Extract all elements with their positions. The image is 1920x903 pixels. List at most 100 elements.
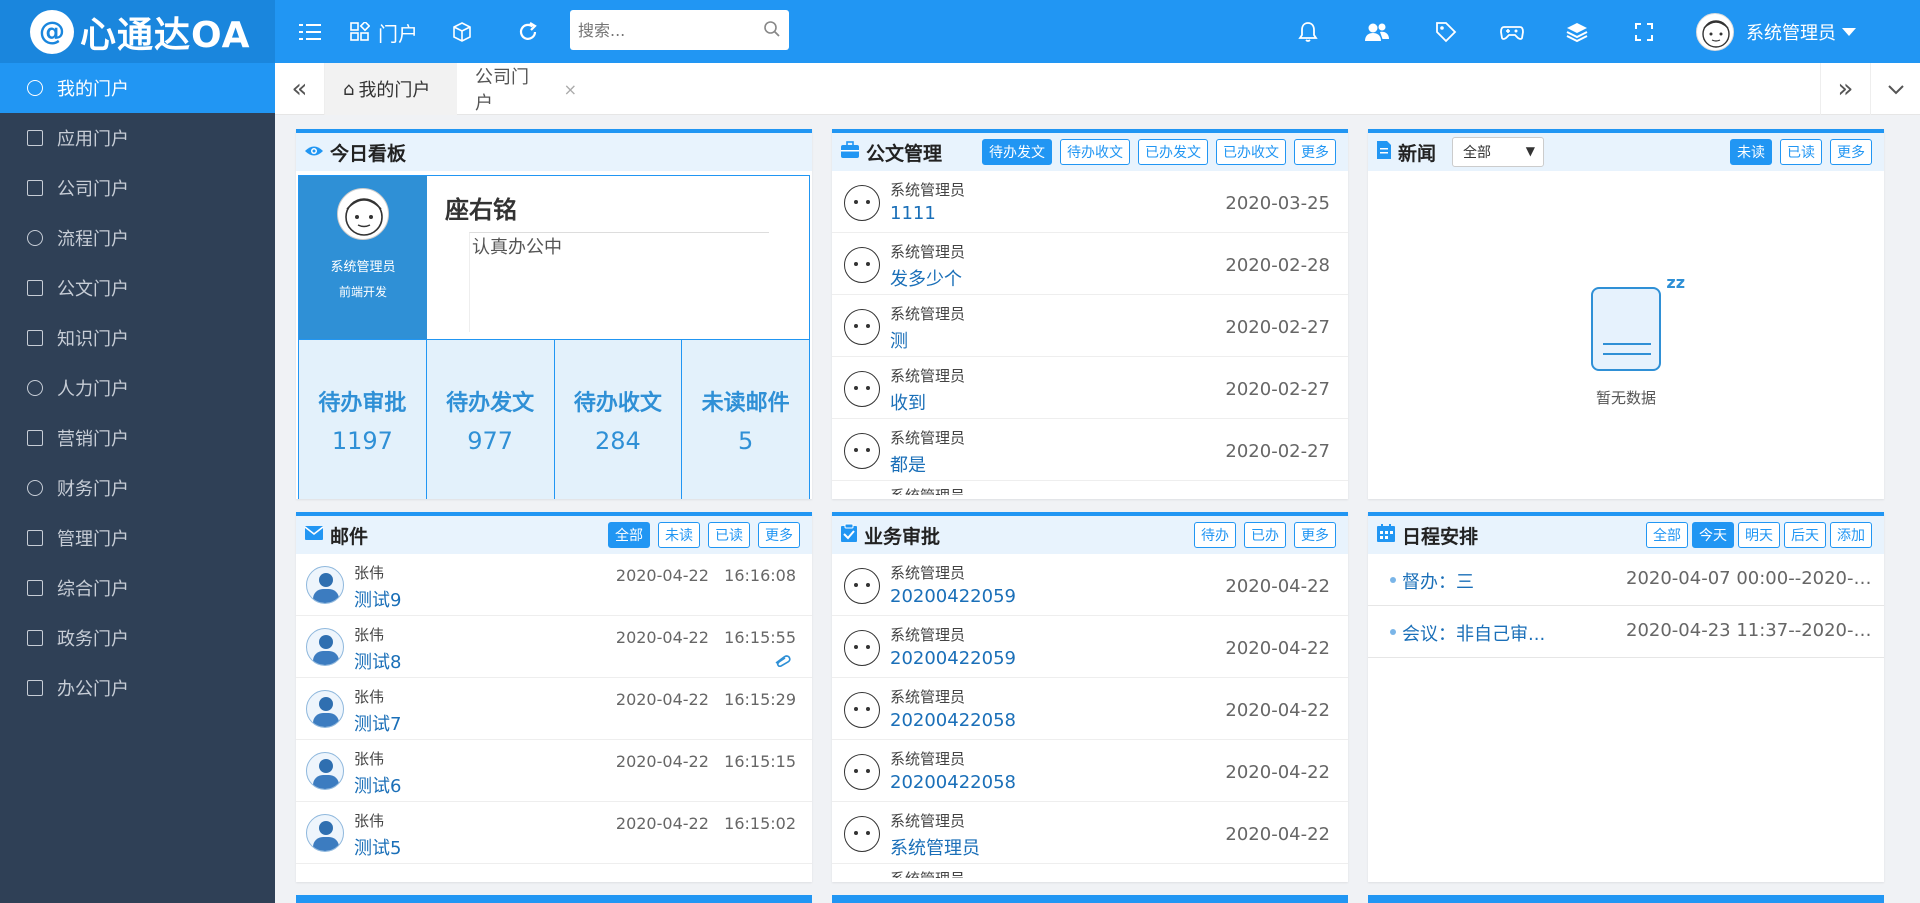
sidebar-item-gov-portal[interactable]: 政务门户 bbox=[0, 613, 275, 663]
list-item[interactable]: 系统管理员 收到 2020-02-27 bbox=[832, 357, 1348, 419]
filter-read-button[interactable]: 已读 bbox=[1780, 139, 1822, 165]
list-item-subject[interactable]: 测 bbox=[890, 327, 908, 353]
bullet-dot bbox=[1390, 629, 1396, 635]
news-category-select[interactable]: 全部 ▼ bbox=[1452, 137, 1544, 167]
schedule-title[interactable]: 会议：非自己审... bbox=[1402, 620, 1572, 646]
gamepad-icon[interactable] bbox=[1498, 18, 1526, 46]
cube-icon[interactable] bbox=[448, 18, 476, 46]
list-item-subject[interactable]: 测试9 bbox=[354, 586, 401, 612]
close-icon[interactable]: × bbox=[564, 80, 577, 99]
sidebar-item-manage-portal[interactable]: 管理门户 bbox=[0, 513, 275, 563]
list-item-subject[interactable]: 20200422059 bbox=[890, 586, 1016, 607]
filter-tomorrow-button[interactable]: 明天 bbox=[1738, 522, 1780, 548]
tab-company-portal[interactable]: 公司门户 × bbox=[457, 63, 595, 115]
sidebar-item-my-portal[interactable]: 我的门户 bbox=[0, 63, 275, 113]
filter-today-button[interactable]: 今天 bbox=[1692, 522, 1734, 548]
tabs-menu-chevron-down-icon[interactable] bbox=[1870, 63, 1920, 115]
sidebar-item-knowledge-portal[interactable]: 知识门户 bbox=[0, 313, 275, 363]
sidebar-item-general-portal[interactable]: 综合门户 bbox=[0, 563, 275, 613]
stat-pending-approval[interactable]: 待办审批 1197 bbox=[299, 340, 427, 499]
motto-text[interactable]: 认真办公中 bbox=[469, 232, 769, 332]
more-button[interactable]: 更多 bbox=[1294, 139, 1336, 165]
sidebar-item-doc-portal[interactable]: 公文门户 bbox=[0, 263, 275, 313]
list-item-subject[interactable]: 测试8 bbox=[354, 648, 401, 674]
add-schedule-button[interactable]: 添加 bbox=[1830, 522, 1872, 548]
list-item[interactable]: 系统管理员 bbox=[832, 864, 1348, 878]
stat-pending-receive[interactable]: 待办收文 284 bbox=[555, 340, 683, 499]
filter-pending-send-button[interactable]: 待办发文 bbox=[982, 139, 1052, 165]
search-icon[interactable] bbox=[763, 20, 781, 38]
list-item[interactable]: 系统管理员 20200422059 2020-04-22 bbox=[832, 554, 1348, 616]
list-item-subject[interactable]: 测试5 bbox=[354, 834, 401, 860]
fullscreen-icon[interactable] bbox=[1630, 18, 1658, 46]
list-item[interactable]: 系统管理员 系统管理员 2020-04-22 bbox=[832, 802, 1348, 864]
menu-toggle-icon[interactable] bbox=[296, 18, 324, 46]
tab-my-portal[interactable]: ⌂ 我的门户 bbox=[325, 63, 457, 115]
filter-unread-button[interactable]: 未读 bbox=[658, 522, 700, 548]
list-item[interactable]: 张伟 测试8 2020-04-22 16:15:55 bbox=[296, 616, 812, 678]
sidebar-item-flow-portal[interactable]: 流程门户 bbox=[0, 213, 275, 263]
list-item-subject[interactable]: 20200422058 bbox=[890, 710, 1016, 731]
layers-icon[interactable] bbox=[1563, 18, 1591, 46]
list-item[interactable]: 系统管理员 发多少个 2020-02-28 bbox=[832, 233, 1348, 295]
filter-done-send-button[interactable]: 已办发文 bbox=[1138, 139, 1208, 165]
list-item[interactable]: 张伟 测试9 2020-04-22 16:16:08 bbox=[296, 554, 812, 616]
schedule-item[interactable]: 督办：三 2020-04-07 00:00--2020-04... bbox=[1368, 554, 1884, 606]
users-icon[interactable] bbox=[1363, 18, 1391, 46]
list-item-subject[interactable]: 都是 bbox=[890, 451, 926, 477]
list-item-subject[interactable]: 测试7 bbox=[354, 710, 401, 736]
list-item[interactable]: 系统管理员 20200422059 2020-04-22 bbox=[832, 616, 1348, 678]
list-item-subject[interactable]: 1111 bbox=[890, 203, 936, 224]
search-box[interactable] bbox=[570, 10, 789, 50]
app-logo[interactable]: @ 心通达OA bbox=[0, 0, 275, 63]
tabs-scroll-left-icon[interactable]: « bbox=[275, 63, 325, 115]
paperclip-icon[interactable] bbox=[774, 652, 792, 671]
list-item[interactable]: 张伟 测试7 2020-04-22 16:15:29 bbox=[296, 678, 812, 740]
next-panel-edge bbox=[296, 895, 812, 903]
filter-done-receive-button[interactable]: 已办收文 bbox=[1216, 139, 1286, 165]
list-item[interactable]: 张伟 测试5 2020-04-22 16:15:02 bbox=[296, 802, 812, 864]
more-button[interactable]: 更多 bbox=[758, 522, 800, 548]
list-item[interactable]: 张伟 测试6 2020-04-22 16:15:15 bbox=[296, 740, 812, 802]
stat-pending-send[interactable]: 待办发文 977 bbox=[427, 340, 555, 499]
filter-read-button[interactable]: 已读 bbox=[708, 522, 750, 548]
list-item-subject[interactable]: 系统管理员 bbox=[890, 834, 980, 860]
list-item-subject[interactable]: 收到 bbox=[890, 389, 926, 415]
bell-icon[interactable] bbox=[1294, 18, 1322, 46]
list-item-date: 2020-04-22 bbox=[1225, 700, 1330, 721]
filter-all-button[interactable]: 全部 bbox=[1646, 522, 1688, 548]
list-item[interactable]: 系统管理员 bbox=[832, 481, 1348, 495]
list-item-subject[interactable]: 测试6 bbox=[354, 772, 401, 798]
sidebar-item-marketing-portal[interactable]: 营销门户 bbox=[0, 413, 275, 463]
list-item-subject[interactable]: 发多少个 bbox=[890, 265, 962, 291]
list-item[interactable]: 系统管理员测 2020-02-27 bbox=[832, 295, 1348, 357]
user-menu[interactable]: 系统管理员 bbox=[1696, 13, 1856, 51]
filter-unread-button[interactable]: 未读 bbox=[1730, 139, 1772, 165]
tabs-scroll-right-icon[interactable]: » bbox=[1820, 63, 1870, 115]
more-button[interactable]: 更多 bbox=[1294, 522, 1336, 548]
stat-unread-mail[interactable]: 未读邮件 5 bbox=[682, 340, 809, 499]
list-item[interactable]: 系统管理员 1111 2020-03-25 bbox=[832, 171, 1348, 233]
list-item[interactable]: 系统管理员 20200422058 2020-04-22 bbox=[832, 740, 1348, 802]
filter-pending-receive-button[interactable]: 待办收文 bbox=[1060, 139, 1130, 165]
refresh-icon[interactable] bbox=[514, 18, 542, 46]
search-input[interactable] bbox=[578, 20, 758, 40]
filter-pending-button[interactable]: 待办 bbox=[1194, 522, 1236, 548]
tag-icon[interactable] bbox=[1432, 18, 1460, 46]
list-item-subject[interactable]: 20200422059 bbox=[890, 648, 1016, 669]
filter-all-button[interactable]: 全部 bbox=[608, 522, 650, 548]
sidebar-item-app-portal[interactable]: 应用门户 bbox=[0, 113, 275, 163]
schedule-item[interactable]: 会议：非自己审... 2020-04-23 11:37--2020-04... bbox=[1368, 606, 1884, 658]
filter-day-after-button[interactable]: 后天 bbox=[1784, 522, 1826, 548]
sidebar-item-hr-portal[interactable]: 人力门户 bbox=[0, 363, 275, 413]
list-item[interactable]: 系统管理员 都是 2020-02-27 bbox=[832, 419, 1348, 481]
sidebar-item-company-portal[interactable]: 公司门户 bbox=[0, 163, 275, 213]
filter-done-button[interactable]: 已办 bbox=[1244, 522, 1286, 548]
more-button[interactable]: 更多 bbox=[1830, 139, 1872, 165]
portal-menu-button[interactable]: 门户 bbox=[350, 18, 418, 46]
list-item[interactable]: 系统管理员 20200422058 2020-04-22 bbox=[832, 678, 1348, 740]
list-item-subject[interactable]: 20200422058 bbox=[890, 772, 1016, 793]
sidebar-item-finance-portal[interactable]: 财务门户 bbox=[0, 463, 275, 513]
schedule-title[interactable]: 督办：三 bbox=[1402, 568, 1572, 594]
sidebar-item-office-portal[interactable]: 办公门户 bbox=[0, 663, 275, 713]
